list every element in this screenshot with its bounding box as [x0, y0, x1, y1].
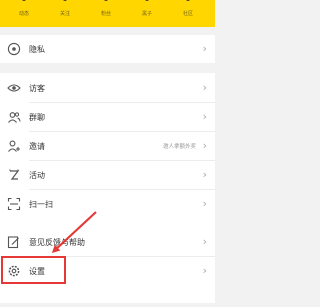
chevron-right-icon: › [201, 42, 208, 55]
events-label: 活动 [29, 171, 45, 180]
chevron-right-icon: › [201, 139, 208, 152]
stat-count-following[interactable]: 0 [55, 0, 75, 4]
stat-label-likes[interactable]: 黑子 [135, 10, 159, 17]
invite-label: 邀请 [29, 142, 45, 151]
feedback-label: 意见反馈与帮助 [29, 238, 85, 247]
menu-item-group-chat[interactable]: 群聊 › [0, 105, 215, 130]
divider [29, 131, 215, 132]
stat-label-following[interactable]: 关注 [53, 10, 77, 17]
visitor-eye-icon [7, 81, 21, 95]
stat-count-community[interactable]: 0 [178, 0, 198, 4]
privacy-label: 隐私 [29, 45, 45, 54]
profile-header: 0 动态 0 关注 0 粉丝 0 黑子 0 社区 [0, 0, 215, 27]
divider [29, 189, 215, 190]
stat-count-posts[interactable]: 0 [14, 0, 34, 4]
visitors-label: 访客 [29, 84, 45, 93]
divider [29, 102, 215, 103]
privacy-eye-icon [7, 42, 21, 56]
chevron-right-icon: › [201, 110, 208, 123]
menu-item-privacy[interactable]: 隐私 › [0, 37, 215, 62]
menu-item-invite[interactable]: 邀请 邀人拿额外奖 › [0, 134, 215, 159]
chevron-right-icon: › [201, 81, 208, 94]
chevron-right-icon: › [201, 235, 208, 248]
stat-count-fans[interactable]: 0 [96, 0, 116, 4]
menu-item-visitors[interactable]: 访客 › [0, 76, 215, 101]
divider [29, 160, 215, 161]
chevron-right-icon: › [201, 264, 208, 277]
events-icon [7, 168, 21, 182]
chevron-right-icon: › [201, 197, 208, 210]
menu-item-scan[interactable]: 扫一扫 › [0, 192, 215, 217]
invite-hint: 邀人拿额外奖 [162, 144, 196, 150]
group-chat-icon [7, 110, 21, 124]
chevron-right-icon: › [201, 168, 208, 181]
stat-label-posts[interactable]: 动态 [12, 10, 36, 17]
settings-highlight-box [1, 256, 66, 284]
scan-label: 扫一扫 [29, 200, 53, 209]
menu-item-events[interactable]: 活动 › [0, 163, 215, 188]
add-user-icon [7, 139, 21, 153]
feedback-edit-icon [7, 235, 21, 249]
stat-count-likes[interactable]: 0 [137, 0, 157, 4]
stat-label-community[interactable]: 社区 [176, 10, 200, 17]
group-chat-label: 群聊 [29, 113, 45, 122]
privacy-section: 隐私 › [0, 35, 215, 63]
menu-item-feedback[interactable]: 意见反馈与帮助 › [0, 230, 215, 255]
stat-label-fans[interactable]: 粉丝 [94, 10, 118, 17]
scan-icon [7, 197, 21, 211]
